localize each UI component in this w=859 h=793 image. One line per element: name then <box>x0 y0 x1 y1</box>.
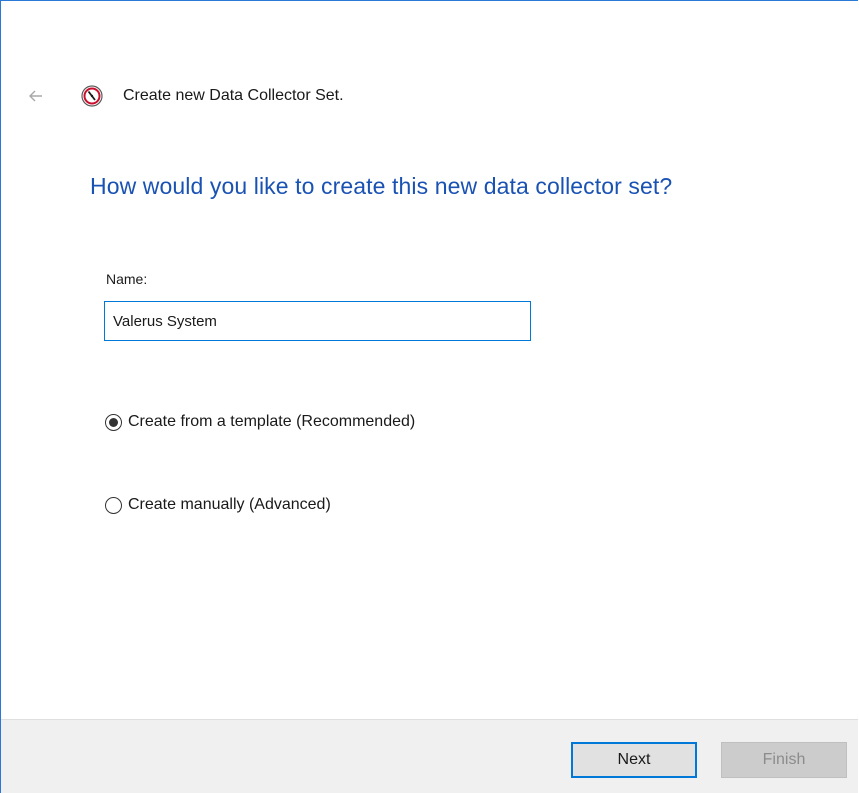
wizard-window: Create new Data Collector Set. How would… <box>0 0 858 793</box>
radio-label-template: Create from a template (Recommended) <box>128 413 416 430</box>
radio-label-manual: Create manually (Advanced) <box>128 496 331 513</box>
name-label: Name: <box>106 271 148 287</box>
main-instruction: How would you like to create this new da… <box>90 173 673 199</box>
back-button[interactable] <box>25 85 47 107</box>
radio-create-from-template[interactable]: Create from a template (Recommended) <box>105 413 415 431</box>
next-button[interactable]: Next <box>571 742 697 778</box>
radio-selected-dot <box>109 417 118 427</box>
window-title: Create new Data Collector Set. <box>123 87 344 104</box>
wizard-footer: Next Finish <box>1 719 858 793</box>
finish-button[interactable]: Finish <box>721 742 847 778</box>
name-input[interactable] <box>104 301 531 341</box>
wizard-header: Create new Data Collector Set. <box>1 79 858 113</box>
back-arrow-icon <box>29 90 42 102</box>
radio-create-manually[interactable]: Create manually (Advanced) <box>105 496 331 514</box>
radio-button-unselected[interactable] <box>105 496 122 514</box>
radio-button-selected[interactable] <box>105 413 122 431</box>
performance-monitor-icon <box>81 85 103 107</box>
